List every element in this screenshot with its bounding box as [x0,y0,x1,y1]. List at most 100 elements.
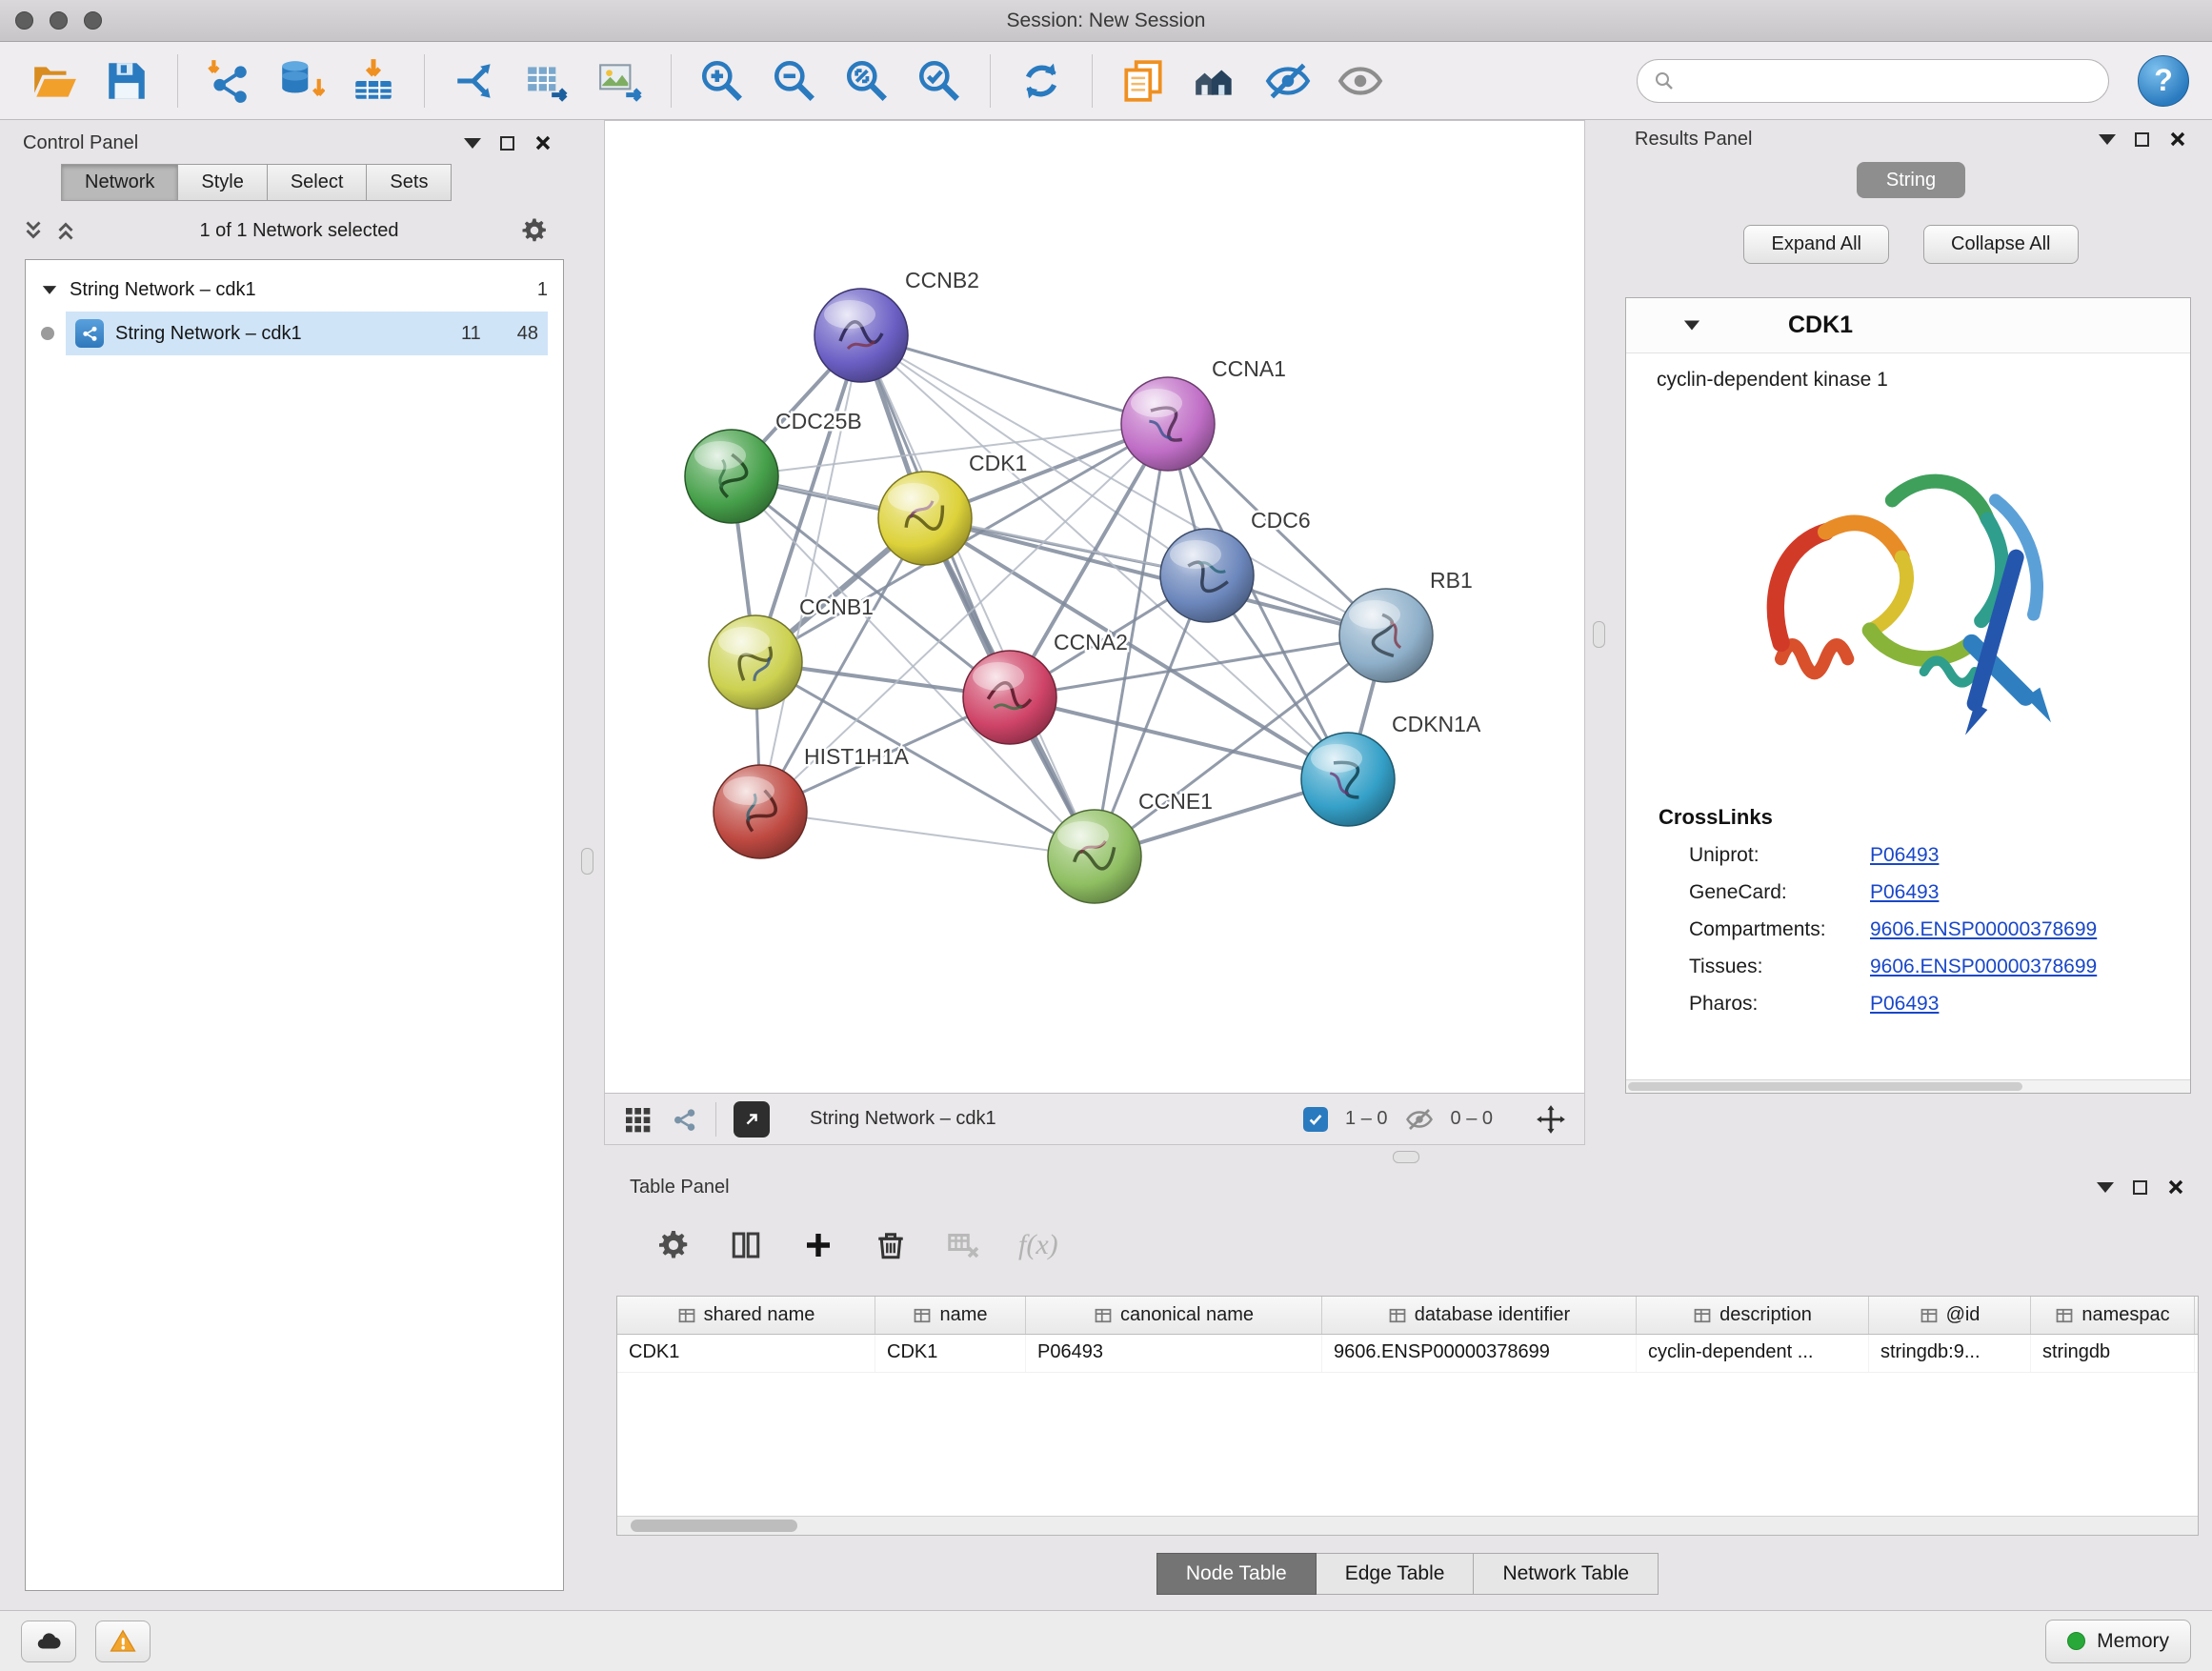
help-button[interactable]: ? [2138,55,2189,107]
tree-expander-icon[interactable] [43,286,56,294]
node-CDK1[interactable] [878,472,972,565]
expand-all-icon[interactable] [21,218,46,243]
horizontal-scrollbar[interactable] [617,1516,2198,1535]
table-cell[interactable]: cyclin-dependent ... [1637,1335,1869,1372]
close-window-button[interactable] [15,11,33,30]
network-collection-row[interactable]: String Network – cdk1 1 [26,268,563,312]
memory-button[interactable]: Memory [2045,1620,2191,1663]
share-view-icon[interactable] [670,1105,698,1134]
section-expander-icon[interactable] [1684,321,1699,331]
tab-sets[interactable]: Sets [367,164,452,201]
results-scrollbar[interactable] [1626,1079,2190,1093]
import-network-database-button[interactable] [270,51,332,111]
results-scrollbar-thumb[interactable] [1628,1082,2022,1091]
edge-CCNB2-CCNA1[interactable] [861,335,1168,424]
crosslink-link[interactable]: 9606.ENSP00000378699 [1870,918,2097,941]
warnings-button[interactable] [95,1621,151,1662]
float-panel-icon[interactable] [2135,132,2149,147]
column-header-database-identifier[interactable]: database identifier [1322,1297,1637,1334]
node-CCNE1[interactable] [1048,810,1141,903]
search-box[interactable] [1637,59,2109,103]
refresh-layout-button[interactable] [1010,51,1073,111]
column-header-namespac[interactable]: namespac [2031,1297,2195,1334]
node-HIST1H1A[interactable] [714,765,807,858]
delete-column-icon[interactable] [874,1228,908,1262]
new-network-button[interactable] [444,51,507,111]
network-options-gear-icon[interactable] [520,216,549,245]
edge-HIST1H1A-CCNE1[interactable] [760,812,1095,856]
zoom-in-button[interactable] [691,51,754,111]
network-row[interactable]: String Network – cdk1 11 48 [26,312,563,355]
collapse-panel-icon[interactable] [464,138,481,149]
close-panel-icon[interactable] [533,133,553,152]
cloud-status-button[interactable] [21,1621,76,1662]
neighborhood-button[interactable] [1184,51,1247,111]
node-CDC6[interactable] [1160,529,1254,622]
protein-section-header[interactable]: CDK1 [1626,298,2190,353]
float-panel-icon[interactable] [2133,1180,2147,1195]
close-panel-icon[interactable] [2168,130,2187,149]
table-cell[interactable]: P06493 [1026,1335,1322,1372]
show-columns-icon[interactable] [729,1228,763,1262]
detach-view-button[interactable] [734,1101,770,1137]
minimize-window-button[interactable] [50,11,68,30]
column-header-canonical-name[interactable]: canonical name [1026,1297,1322,1334]
table-row[interactable]: CDK1CDK1P064939606.ENSP00000378699cyclin… [617,1335,2198,1373]
edge-CCNA2-CDKN1A[interactable] [1010,697,1348,779]
node-CCNA1[interactable] [1121,377,1215,471]
tab-edge-table[interactable]: Edge Table [1317,1553,1475,1595]
search-input[interactable] [1685,70,2093,91]
table-cell[interactable]: CDK1 [617,1335,875,1372]
column-header-id[interactable]: @id [1869,1297,2031,1334]
selected-checkbox-icon[interactable] [1303,1107,1328,1132]
crosslink-link[interactable]: 9606.ENSP00000378699 [1870,956,2097,978]
show-details-button[interactable] [1329,51,1392,111]
tab-network[interactable]: Network [61,164,178,201]
table-cell[interactable]: stringdb:9... [1869,1335,2031,1372]
maximize-window-button[interactable] [84,11,102,30]
node-RB1[interactable] [1339,589,1433,682]
node-CCNB2[interactable] [814,289,908,382]
tab-node-table[interactable]: Node Table [1156,1553,1317,1595]
table-options-gear-icon[interactable] [656,1228,691,1262]
save-session-button[interactable] [95,51,158,111]
pan-move-icon[interactable] [1535,1103,1567,1136]
tab-select[interactable]: Select [268,164,368,201]
left-splitter-handle[interactable] [581,848,593,875]
node-CDKN1A[interactable] [1301,733,1395,826]
copy-button[interactable] [1112,51,1175,111]
crosslink-link[interactable]: P06493 [1870,881,1939,904]
zoom-fit-button[interactable] [835,51,898,111]
node-CDC25B[interactable] [685,430,778,523]
export-image-button[interactable] [589,51,652,111]
column-header-description[interactable]: description [1637,1297,1869,1334]
collapse-panel-icon[interactable] [2097,1182,2114,1193]
tab-style[interactable]: Style [178,164,267,201]
collapse-all-button[interactable]: Collapse All [1923,225,2079,264]
collapse-all-icon[interactable] [53,218,78,243]
zoom-out-button[interactable] [763,51,826,111]
expand-all-button[interactable]: Expand All [1743,225,1889,264]
grid-view-icon[interactable] [622,1104,653,1135]
import-table-button[interactable] [342,51,405,111]
column-header-name[interactable]: name [875,1297,1026,1334]
tab-string[interactable]: String [1857,162,1965,198]
crosslink-link[interactable]: P06493 [1870,844,1939,867]
node-CCNA2[interactable] [963,651,1056,744]
bottom-splitter-handle[interactable] [1393,1151,1419,1163]
open-session-button[interactable] [23,51,86,111]
hide-details-button[interactable] [1257,51,1319,111]
import-network-file-button[interactable] [197,51,260,111]
close-panel-icon[interactable] [2166,1178,2185,1197]
table-cell[interactable]: stringdb [2031,1335,2195,1372]
network-canvas[interactable]: CCNB2CCNA1CDC25BCDK1CDC6RB1CCNB1CCNA2CDK… [605,121,1584,1093]
add-column-icon[interactable] [801,1228,835,1262]
tab-network-table[interactable]: Network Table [1474,1553,1659,1595]
edge-CCNB2-CCNE1[interactable] [861,335,1095,856]
right-splitter-handle[interactable] [1593,621,1605,648]
table-cell[interactable]: CDK1 [875,1335,1026,1372]
float-panel-icon[interactable] [500,136,514,151]
horizontal-scrollbar-thumb[interactable] [631,1520,797,1532]
collapse-panel-icon[interactable] [2099,134,2116,145]
zoom-selected-button[interactable] [908,51,971,111]
